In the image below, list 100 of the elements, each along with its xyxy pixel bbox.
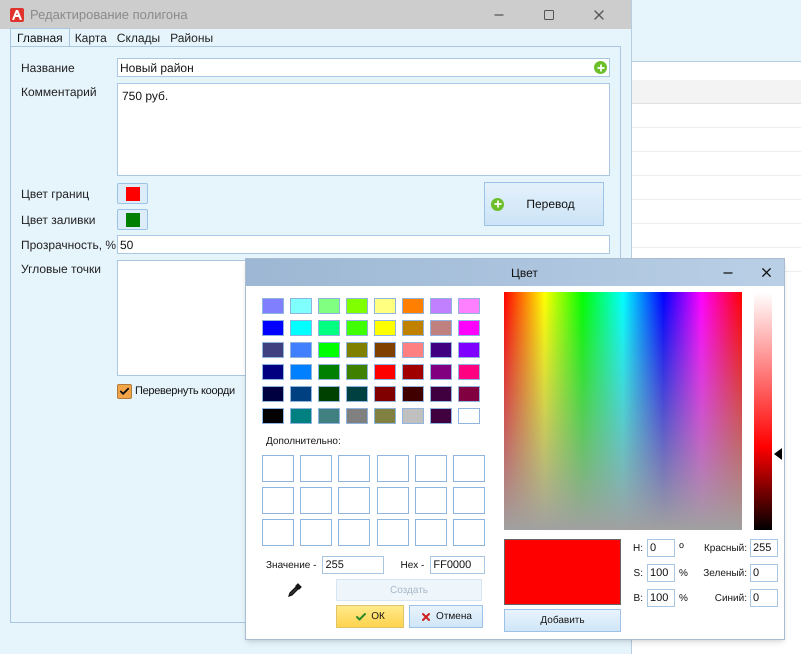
custom-color-slot[interactable] (452, 519, 485, 546)
custom-color-slot[interactable] (452, 487, 485, 514)
color-swatch[interactable] (430, 408, 452, 424)
add-icon (491, 198, 504, 210)
tab[interactable]: Склады (112, 29, 166, 46)
color-swatch[interactable] (290, 386, 312, 402)
add-icon (594, 61, 607, 74)
section-label: Дополнительно: (266, 435, 342, 449)
color-swatch[interactable] (430, 364, 452, 380)
brightness-slider[interactable] (754, 292, 782, 530)
color-swatch[interactable] (318, 364, 340, 380)
color-swatch[interactable] (346, 342, 368, 358)
color-swatch[interactable] (458, 364, 480, 380)
color-swatch[interactable] (346, 408, 368, 424)
input-field[interactable]: 0 (647, 539, 675, 557)
color-swatch[interactable] (290, 408, 312, 424)
custom-color-slot[interactable] (300, 455, 332, 482)
field-label: Hex - (400, 558, 424, 572)
checkbox-label: Перевернуть коорди (135, 384, 235, 399)
text-area[interactable]: 750 руб. (117, 83, 610, 176)
custom-color-slot[interactable] (414, 519, 447, 546)
color-swatch[interactable] (374, 342, 396, 358)
custom-color-slot[interactable] (262, 519, 294, 546)
custom-color-slot[interactable] (262, 487, 294, 514)
color-swatch[interactable] (458, 320, 480, 336)
color-swatch[interactable] (374, 298, 396, 314)
color-swatch[interactable] (402, 386, 424, 402)
input-field[interactable]: FF0000 (430, 556, 486, 574)
color-swatch[interactable] (430, 320, 452, 336)
color-swatch[interactable] (262, 320, 284, 336)
color-swatch[interactable] (430, 386, 452, 402)
color-swatch[interactable] (262, 408, 284, 424)
eyedropper-icon[interactable] (288, 583, 302, 597)
input-field[interactable]: 0 (750, 564, 778, 582)
translate-button[interactable]: Перевод (484, 182, 604, 226)
color-swatch[interactable] (318, 342, 340, 358)
color-swatch[interactable] (262, 386, 284, 402)
custom-color-slot[interactable] (338, 519, 370, 546)
color-picker-button[interactable] (117, 183, 148, 204)
color-swatch[interactable] (262, 364, 284, 380)
custom-color-slot[interactable] (338, 455, 370, 482)
color-swatch[interactable] (402, 320, 424, 336)
color-swatch[interactable] (458, 298, 480, 314)
color-swatch[interactable] (374, 364, 396, 380)
color-swatch[interactable] (374, 320, 396, 336)
custom-color-slot[interactable] (300, 519, 332, 546)
color-swatch[interactable] (262, 298, 284, 314)
color-swatch[interactable] (430, 298, 452, 314)
input-field[interactable]: 100 (647, 589, 675, 607)
color-swatch[interactable] (318, 298, 340, 314)
color-swatch[interactable] (458, 408, 480, 424)
color-swatch[interactable] (318, 386, 340, 402)
custom-color-slot[interactable] (338, 487, 370, 514)
input-field[interactable]: 50 (117, 235, 610, 254)
custom-color-slot[interactable] (414, 455, 447, 482)
field-label: H: (633, 542, 643, 556)
custom-color-slot[interactable] (262, 455, 294, 482)
color-swatch[interactable] (318, 408, 340, 424)
input-field[interactable]: 100 (647, 564, 675, 582)
custom-color-slot[interactable] (376, 455, 408, 482)
input-field[interactable]: Новый район (117, 58, 610, 77)
custom-color-slot[interactable] (376, 519, 408, 546)
color-swatch[interactable] (346, 320, 368, 336)
custom-color-slot[interactable] (376, 487, 408, 514)
color-swatch[interactable] (402, 408, 424, 424)
color-swatch[interactable] (374, 386, 396, 402)
add-button[interactable]: Добавить (504, 609, 621, 632)
color-swatch[interactable] (290, 298, 312, 314)
custom-color-slot[interactable] (452, 455, 485, 482)
checkbox[interactable] (117, 384, 132, 399)
color-swatch[interactable] (402, 364, 424, 380)
color-swatch[interactable] (290, 342, 312, 358)
color-swatch[interactable] (346, 386, 368, 402)
color-swatch[interactable] (346, 364, 368, 380)
slider-thumb[interactable] (774, 448, 782, 460)
field-label: Угловые точки (21, 261, 102, 278)
tab[interactable]: Районы (165, 29, 218, 46)
tab[interactable]: Главная (10, 28, 70, 46)
custom-color-slot[interactable] (414, 487, 447, 514)
cancel-button[interactable]: Отмена (409, 605, 483, 628)
color-swatch[interactable] (402, 298, 424, 314)
window-title: Редактирование полигона (30, 6, 189, 24)
color-swatch[interactable] (346, 298, 368, 314)
color-swatch[interactable] (458, 342, 480, 358)
color-swatch[interactable] (290, 320, 312, 336)
color-swatch[interactable] (318, 320, 340, 336)
custom-color-slot[interactable] (300, 487, 332, 514)
input-field[interactable]: 255 (750, 539, 778, 557)
color-swatch[interactable] (290, 364, 312, 380)
field-label: Красный: (702, 542, 747, 556)
color-swatch[interactable] (458, 386, 480, 402)
tab[interactable]: Карта (70, 29, 112, 46)
color-swatch[interactable] (430, 342, 452, 358)
color-swatch[interactable] (262, 342, 284, 358)
input-field[interactable]: 0 (750, 589, 778, 607)
color-swatch[interactable] (402, 342, 424, 358)
color-picker-button[interactable] (117, 209, 148, 230)
color-swatch[interactable] (374, 408, 396, 424)
input-field[interactable]: 255 (322, 556, 384, 574)
ok-button[interactable]: ОК (336, 605, 404, 628)
